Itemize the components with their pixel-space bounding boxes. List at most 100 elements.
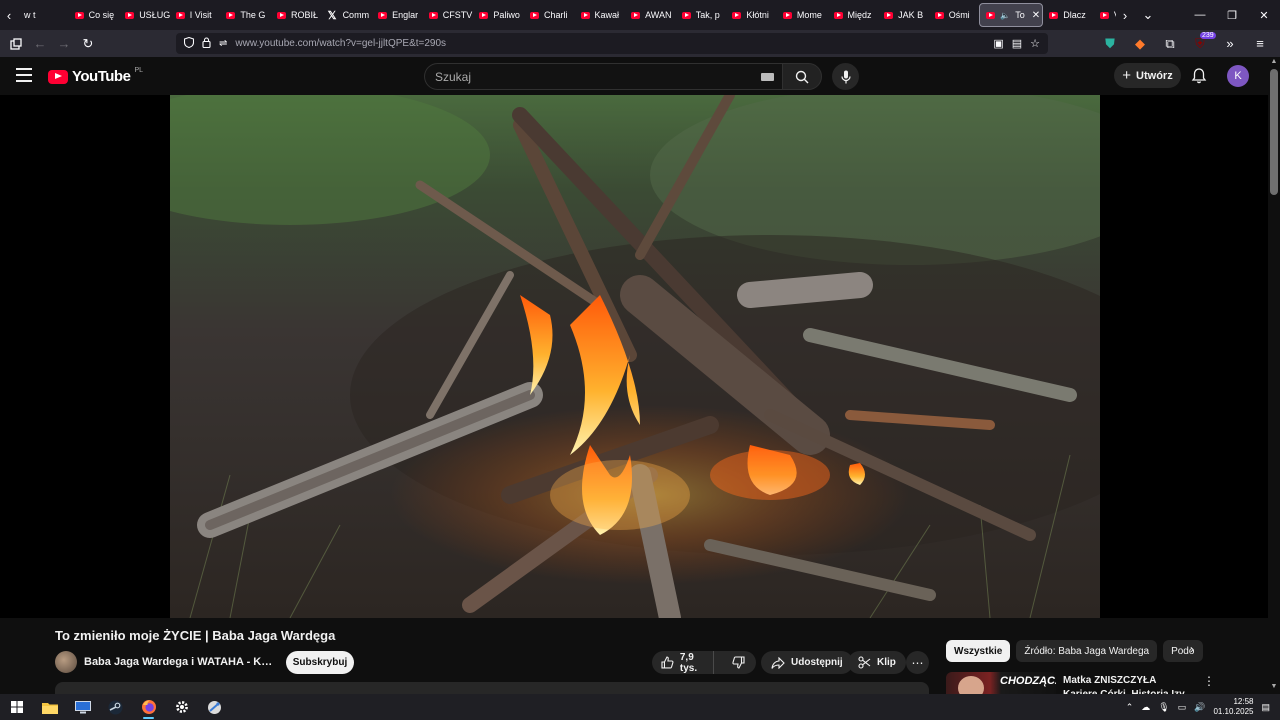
browser-tab[interactable]: Paliwo (473, 3, 524, 27)
youtube-icon (378, 11, 388, 19)
reader-view-icon[interactable]: ▤ (1012, 37, 1022, 50)
tracking-protection-icon[interactable] (183, 36, 195, 51)
clip-button[interactable]: Klip (848, 651, 906, 674)
tab-groups-icon[interactable] (4, 30, 28, 57)
video-player[interactable] (0, 95, 1268, 618)
guide-menu-icon[interactable] (16, 68, 32, 82)
create-button[interactable]: + Utwórz (1114, 63, 1181, 88)
more-tools-chevron-icon[interactable]: » (1218, 30, 1242, 57)
chip-similar[interactable]: Podo (1163, 640, 1204, 662)
recommendation-thumbnail[interactable]: CHODZĄCA (946, 672, 1056, 694)
forward-arrow-icon[interactable]: → (52, 30, 76, 57)
dislike-button[interactable] (720, 656, 756, 669)
bookmark-star-icon[interactable]: ☆ (1030, 37, 1040, 50)
network-icon[interactable]: ▭ (1178, 702, 1187, 713)
keyboard-icon[interactable] (761, 73, 774, 81)
windows-start-icon[interactable] (0, 694, 33, 720)
account-avatar[interactable]: K (1227, 65, 1249, 87)
page-scrollbar[interactable]: ▲ ▼ (1268, 57, 1280, 694)
description-box[interactable] (55, 682, 929, 694)
recommendation-title[interactable]: Matka ZNISZCZYŁA Karierę Córki. Historia… (1063, 674, 1193, 694)
subscribe-button[interactable]: Subskrybuj (286, 651, 354, 674)
url-text[interactable]: www.youtube.com/watch?v=gel-jjltQPE&t=29… (235, 38, 446, 49)
app-menu-icon[interactable]: ≡ (1248, 30, 1272, 57)
browser-tab[interactable]: Kawał (575, 3, 626, 27)
browser-tab[interactable]: CFSTV (423, 3, 474, 27)
chip-source-channel[interactable]: Źródło: Baba Jaga Wardega (1016, 640, 1158, 662)
firefox-icon[interactable] (132, 694, 165, 720)
snipping-tool-icon[interactable] (198, 694, 231, 720)
youtube-icon (631, 11, 641, 19)
clock[interactable]: 12:58 01.10.2025 (1213, 697, 1253, 717)
like-button[interactable]: 7,9 tys. (652, 651, 715, 674)
close-window-icon[interactable]: ✕ (1248, 0, 1280, 30)
scroll-down-arrow-icon[interactable]: ▼ (1270, 683, 1278, 690)
browser-tab[interactable]: AWAN (625, 3, 676, 27)
list-all-tabs-icon[interactable]: ⌄ (1134, 0, 1162, 30)
fox-extension-icon[interactable]: ◆ (1128, 30, 1152, 57)
lock-icon[interactable] (202, 36, 211, 51)
youtube-logo[interactable]: YouTube PL (48, 67, 143, 85)
plus-icon: + (1122, 67, 1132, 84)
ublock-extension-icon[interactable]: ⛨ 239 (1188, 30, 1216, 57)
tab-active[interactable]: 🔈 To ✕ (979, 3, 1044, 27)
search-button[interactable] (782, 63, 822, 90)
tab-label: Mome (796, 10, 822, 20)
tabs-scroll-left-icon[interactable]: ‹ (0, 0, 18, 30)
site-permissions-icon[interactable]: ⇌ (219, 38, 227, 49)
chip-all[interactable]: Wszystkie (946, 640, 1011, 662)
notifications-bell-icon[interactable] (1190, 67, 1208, 85)
video-frame-campfire[interactable] (170, 95, 1100, 618)
minimize-window-icon[interactable]: — (1184, 0, 1216, 30)
settings-gear-icon[interactable] (165, 694, 198, 720)
browser-tab[interactable]: 𝕏 Comm (322, 3, 373, 27)
browser-tab[interactable]: ROBIŁ (271, 3, 322, 27)
browser-tab[interactable]: Co się (69, 3, 120, 27)
browser-tab[interactable]: Englar (372, 3, 423, 27)
tab-audio-playing-icon[interactable]: 🔈 (1000, 11, 1010, 20)
show-hidden-icons-chevron-icon[interactable]: ⌃ (1126, 702, 1134, 713)
picture-in-picture-icon[interactable]: ▣ (993, 37, 1003, 50)
extensions-puzzle-icon[interactable]: ⧉ (1158, 30, 1182, 57)
youtube-icon (276, 11, 286, 19)
browser-tab[interactable]: The G (220, 3, 271, 27)
tabs-scroll-right-icon[interactable]: › (1116, 0, 1134, 30)
voice-search-button[interactable] (832, 63, 859, 90)
back-arrow-icon[interactable]: ← (28, 30, 52, 57)
browser-tab[interactable]: VLOG (1094, 3, 1116, 27)
browser-tab[interactable]: Mome (777, 3, 828, 27)
chips-next-chevron-icon[interactable]: › (1190, 642, 1194, 656)
microphone-tray-icon[interactable]: 🎙 (1158, 702, 1169, 713)
browser-tab[interactable]: USŁUG (119, 3, 170, 27)
browser-tab[interactable]: Dlacz (1043, 3, 1094, 27)
browser-tab[interactable]: Ośmi (929, 3, 980, 27)
scissors-icon (858, 656, 871, 669)
browser-tab[interactable]: Tak, p (676, 3, 727, 27)
restore-window-icon[interactable]: ❐ (1216, 0, 1248, 30)
close-tab-icon[interactable]: ✕ (1032, 10, 1040, 21)
notifications-icon[interactable]: ▤ (1261, 702, 1270, 713)
youtube-icon (833, 11, 843, 19)
steam-icon[interactable] (99, 694, 132, 720)
browser-tab[interactable]: I Visit (170, 3, 221, 27)
volume-icon[interactable]: 🔊 (1194, 702, 1205, 713)
share-button[interactable]: Udostępnij (761, 651, 853, 674)
channel-avatar[interactable] (55, 651, 77, 673)
browser-tab[interactable]: Kłótni (726, 3, 777, 27)
vpn-extension-icon[interactable]: ⛊ (1098, 30, 1122, 57)
onedrive-cloud-icon[interactable]: ☁ (1141, 702, 1150, 713)
file-explorer-icon[interactable] (33, 694, 66, 720)
browser-tab[interactable]: JAK B (878, 3, 929, 27)
scrollbar-thumb[interactable] (1270, 69, 1278, 195)
browser-tab[interactable]: Charli (524, 3, 575, 27)
recommendation-menu-icon[interactable]: ⋮ (1203, 674, 1215, 688)
scroll-up-arrow-icon[interactable]: ▲ (1270, 58, 1278, 65)
display-settings-icon[interactable] (66, 694, 99, 720)
browser-tab[interactable]: w t (18, 3, 69, 27)
address-bar[interactable]: ⇌ www.youtube.com/watch?v=gel-jjltQPE&t=… (176, 33, 1048, 54)
search-input[interactable]: Szukaj (424, 63, 782, 90)
reload-icon[interactable]: ↻ (76, 30, 100, 57)
browser-tab[interactable]: Międz (828, 3, 879, 27)
channel-name[interactable]: Baba Jaga Wardega i WATAHA - Krul... (84, 656, 274, 668)
more-actions-icon[interactable]: ⋯ (906, 651, 929, 674)
